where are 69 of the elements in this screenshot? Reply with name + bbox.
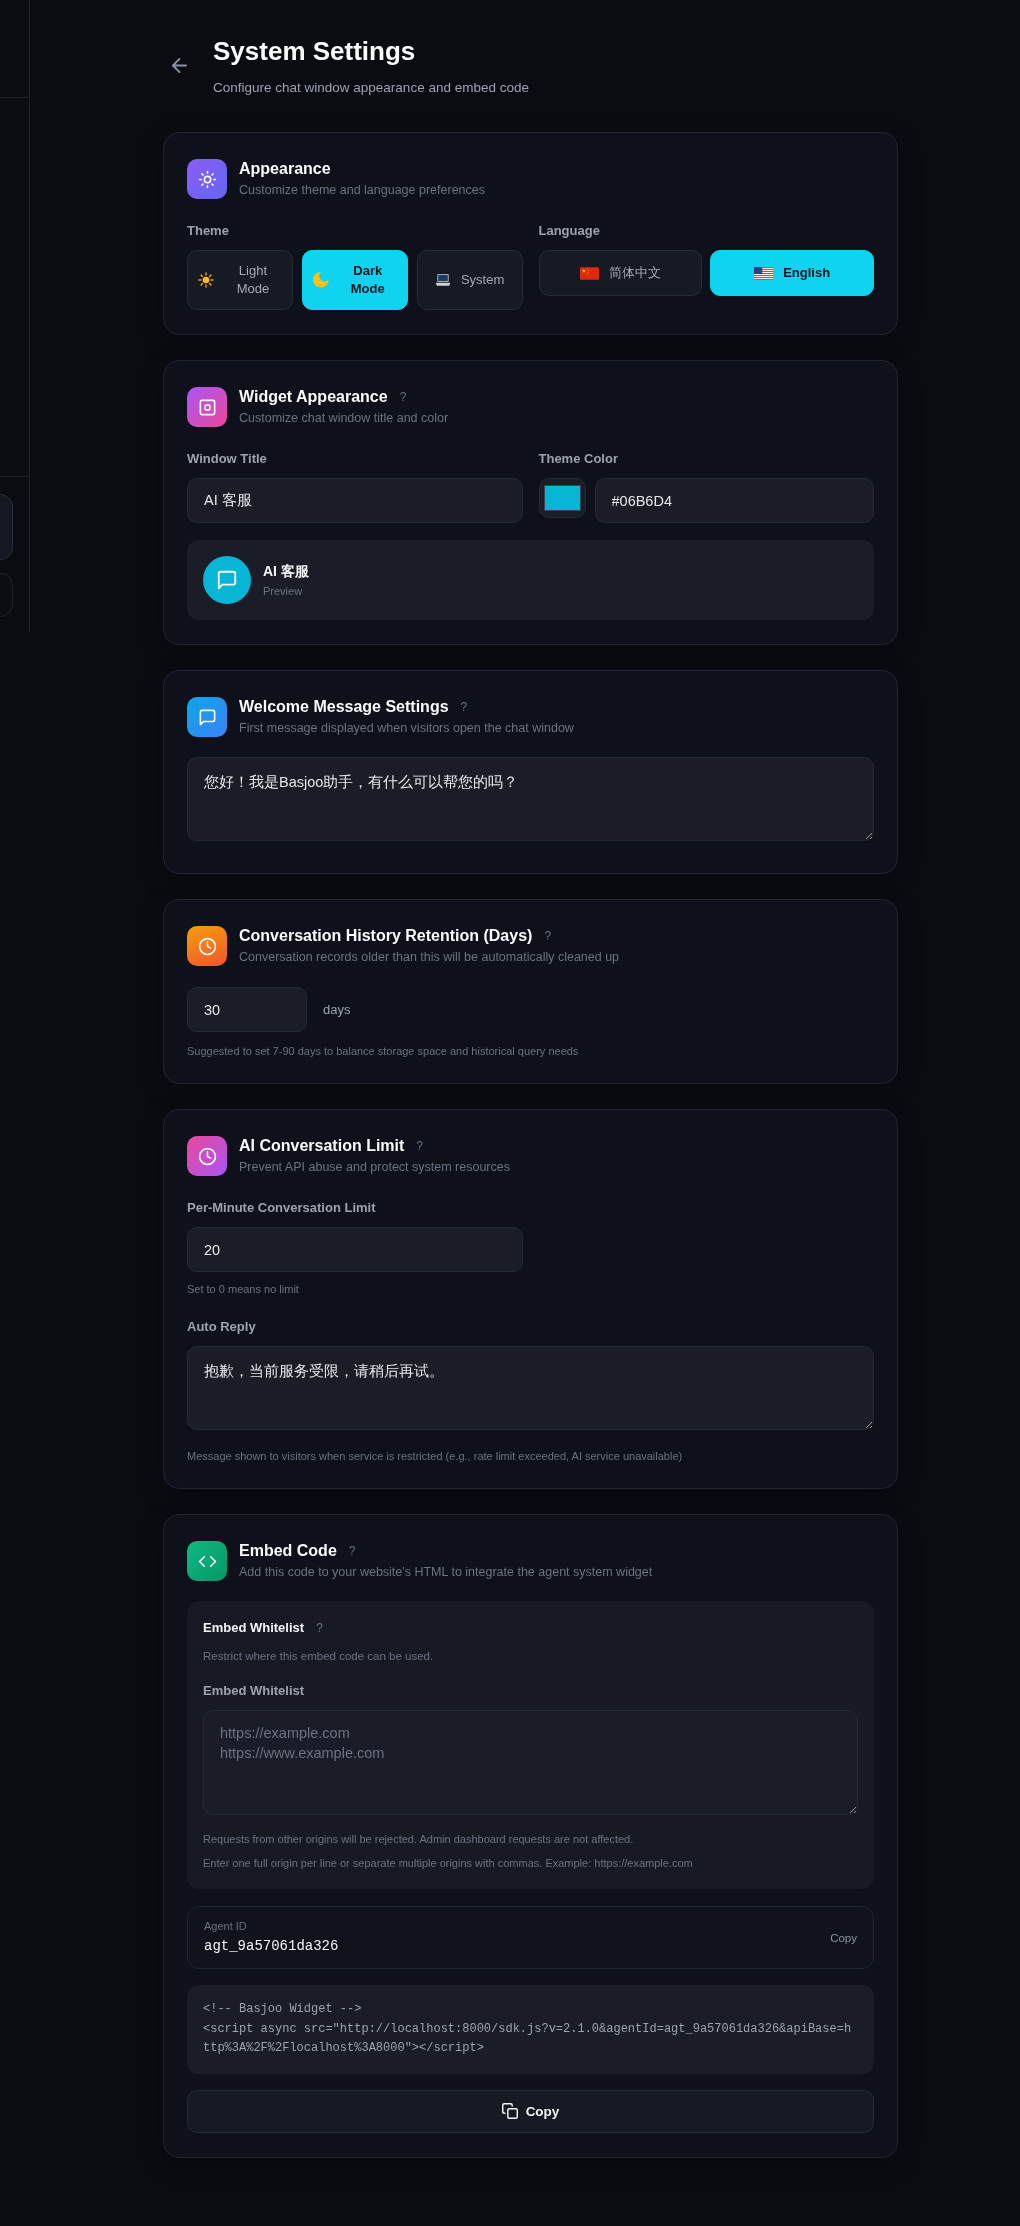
hint-text: Set to 0 means no limit bbox=[187, 1282, 300, 1297]
back-icon[interactable] bbox=[172, 58, 187, 73]
help-button[interactable]: ? bbox=[399, 387, 407, 407]
section-subtitle: Conversation records older than this will be automatically cleaned up bbox=[239, 949, 620, 966]
field-label: Language bbox=[538, 222, 601, 240]
us-flag-icon bbox=[754, 266, 774, 280]
section-title: Embed Code bbox=[239, 1541, 337, 1561]
help-button[interactable]: ? bbox=[316, 1618, 323, 1638]
hint-text: Message shown to visitors when service is restricted (e.g., rate limit exceeded, AI service unavailable) bbox=[187, 1449, 684, 1464]
help-button[interactable]: ? bbox=[348, 1541, 356, 1561]
section-title: Welcome Message Settings bbox=[239, 697, 449, 717]
rate-limit-input[interactable]: 20 bbox=[187, 1227, 523, 1272]
section-title: AI Conversation Limit bbox=[239, 1136, 405, 1156]
retention-days-input[interactable]: 30 bbox=[187, 987, 307, 1032]
copy-button[interactable]: Copy bbox=[187, 2089, 874, 2133]
section-title: Widget Appearance bbox=[239, 387, 388, 407]
page-title: System Settings bbox=[213, 35, 417, 68]
language-option[interactable]: 简体中文 bbox=[538, 250, 703, 296]
clock-icon bbox=[187, 926, 227, 966]
chat-bubble-icon bbox=[203, 556, 251, 604]
chat-bubble-icon bbox=[187, 697, 227, 737]
section-subtitle: Add this code to your website's HTML to integrate the agent system widget bbox=[239, 1564, 653, 1581]
hint-text: Enter one full origin per line or separate multiple origins with commas. Example: https://example.com bbox=[203, 1856, 694, 1871]
field-label: Per-Minute Conversation Limit bbox=[187, 1199, 377, 1217]
hint-text: Suggested to set 7-90 days to balance storage space and historical query needs bbox=[187, 1044, 580, 1059]
laptop-icon bbox=[434, 272, 451, 288]
theme-option[interactable]: Dark Mode bbox=[301, 250, 408, 310]
field-label: Window Title bbox=[187, 450, 268, 468]
section-title: Conversation History Retention (Days) bbox=[239, 926, 533, 946]
agent-id-value: agt_9a57061da326 bbox=[204, 1937, 339, 1956]
theme-option[interactable]: System bbox=[416, 250, 523, 310]
help-button[interactable]: ? bbox=[460, 697, 468, 717]
square-icon bbox=[187, 387, 227, 427]
field-label: Embed Whitelist bbox=[203, 1682, 306, 1700]
field-label: Theme Color bbox=[538, 450, 619, 468]
panel-description: Restrict where this embed code can be used. bbox=[203, 1649, 435, 1664]
auto-reply-input[interactable]: 抱歉，当前服务受限，请稍后再试。 bbox=[187, 1346, 874, 1430]
page-subtitle: Configure chat window appearance and embed code bbox=[213, 79, 529, 97]
welcome-message-input[interactable]: 您好！我是Basjoo助手，有什么可以帮您的吗？ bbox=[187, 757, 874, 841]
theme-option[interactable]: Light Mode bbox=[187, 250, 293, 310]
hint-text: Requests from other origins will be rejected. Admin dashboard requests are not affected. bbox=[203, 1832, 635, 1847]
sun-icon bbox=[198, 272, 214, 288]
window-title-input[interactable]: AI 客服 bbox=[187, 478, 523, 523]
clock-icon bbox=[187, 1136, 227, 1176]
section-subtitle: Customize chat window title and color bbox=[239, 410, 449, 427]
sun-icon bbox=[187, 159, 227, 199]
help-button[interactable]: ? bbox=[544, 926, 552, 946]
panel-title: Embed Whitelist bbox=[203, 1619, 305, 1637]
section-subtitle: First message displayed when visitors open the chat window bbox=[239, 720, 574, 737]
copy-button[interactable]: Copy bbox=[830, 1932, 857, 1944]
help-button[interactable]: ? bbox=[416, 1136, 424, 1156]
field-label: Theme bbox=[187, 222, 230, 240]
section-subtitle: Prevent API abuse and protect system resources bbox=[239, 1159, 510, 1176]
whitelist-input[interactable]: https://example.com https://www.example.com bbox=[203, 1710, 858, 1815]
preview-title: AI 客服 bbox=[263, 562, 309, 581]
code-block: <!-- Basjoo Widget --> <script async src="http://localhost:8000/sdk.js?v=2.1.0&agentId=agt_9a57061da326&apiBase=http%3A%2F%2Flocalhost%3A8000"></script> bbox=[187, 1985, 874, 2074]
color-hex-input[interactable]: #06B6D4 bbox=[594, 478, 874, 523]
copy-icon bbox=[501, 2103, 518, 2119]
preview-caption: Preview bbox=[263, 584, 304, 599]
agent-id-label: Agent ID bbox=[204, 1919, 248, 1933]
code-icon bbox=[187, 1541, 227, 1581]
moon-icon bbox=[312, 272, 329, 288]
section-title: Appearance bbox=[239, 159, 331, 179]
china-flag-icon bbox=[579, 266, 599, 280]
unit-label: days bbox=[323, 1002, 351, 1017]
color-picker[interactable] bbox=[538, 478, 586, 518]
section-subtitle: Customize theme and language preferences bbox=[239, 182, 485, 199]
language-option[interactable]: English bbox=[710, 250, 874, 296]
field-label: Auto Reply bbox=[187, 1318, 257, 1336]
